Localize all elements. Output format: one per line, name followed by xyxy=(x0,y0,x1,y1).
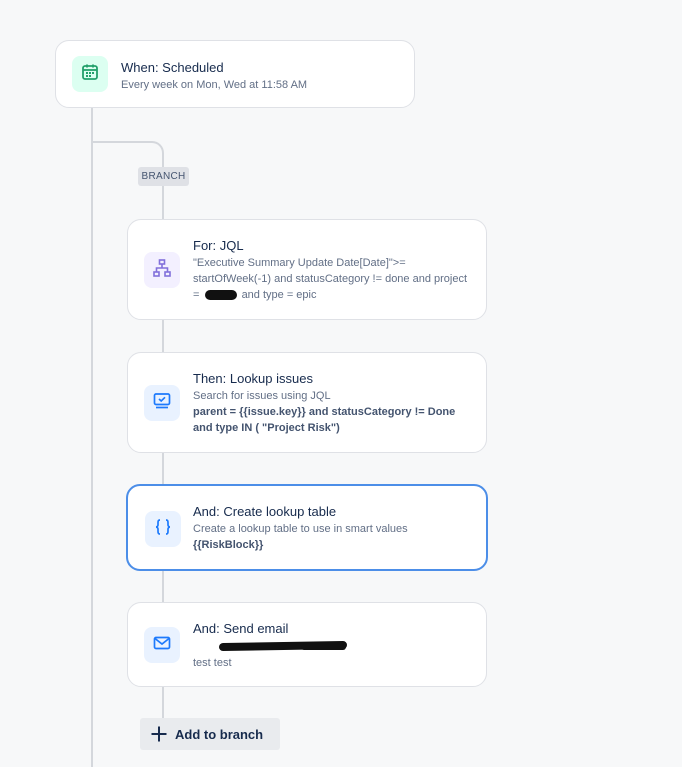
lookup-issues-card[interactable]: Then: Lookup issues Search for issues us… xyxy=(127,352,487,453)
trigger-subtitle: Every week on Mon, Wed at 11:58 AM xyxy=(121,79,308,91)
envelope-icon xyxy=(152,633,172,658)
send-email-title: And: Send email xyxy=(193,621,289,636)
for-jql-title: For: JQL xyxy=(193,238,244,253)
branch-connector-top xyxy=(93,141,151,143)
for-jql-line-1: "Executive Summary Update Date[Date]">= xyxy=(193,257,406,269)
for-jql-card[interactable]: For: JQL "Executive Summary Update Date[… xyxy=(127,219,487,320)
send-email-icon-box xyxy=(144,627,180,663)
calendar-icon xyxy=(80,62,100,87)
for-jql-line-3: = and type = epic xyxy=(193,287,478,303)
send-email-card[interactable]: And: Send email test test xyxy=(127,602,487,687)
for-jql-description: "Executive Summary Update Date[Date]">= … xyxy=(193,255,478,303)
branch-hierarchy-icon xyxy=(152,258,172,283)
for-jql-line-2: startOfWeek(-1) and statusCategory != do… xyxy=(193,273,468,285)
curly-braces-icon xyxy=(153,517,173,542)
lookup-issues-jql-1: parent = {{issue.key}} and statusCategor… xyxy=(193,406,456,418)
add-to-branch-button[interactable]: Add to branch xyxy=(140,718,280,750)
branch-connector-curve xyxy=(150,141,164,155)
for-jql-line-3-prefix: = xyxy=(193,289,200,301)
create-lookup-table-icon-box xyxy=(145,511,181,547)
trigger-card[interactable]: When: Scheduled Every week on Mon, Wed a… xyxy=(55,40,415,108)
create-lookup-table-name: {{RiskBlock}} xyxy=(193,539,264,551)
lookup-issues-desc: Search for issues using JQL xyxy=(193,390,331,402)
monitor-check-icon xyxy=(152,391,172,416)
lookup-issues-title: Then: Lookup issues xyxy=(193,371,313,386)
branch-tag: BRANCH xyxy=(138,167,189,186)
for-jql-icon-box xyxy=(144,252,180,288)
for-jql-line-3-suffix: and type = epic xyxy=(241,289,317,301)
lookup-issues-icon-box xyxy=(144,385,180,421)
redacted-project-key xyxy=(204,290,237,301)
trigger-icon-box xyxy=(72,56,108,92)
create-lookup-table-title: And: Create lookup table xyxy=(193,504,337,519)
create-lookup-table-desc: Create a lookup table to use in smart va… xyxy=(193,523,408,535)
create-lookup-table-description: Create a lookup table to use in smart va… xyxy=(193,521,478,553)
create-lookup-table-card[interactable]: And: Create lookup table Create a lookup… xyxy=(126,484,488,571)
trigger-title: When: Scheduled xyxy=(121,60,224,75)
plus-icon xyxy=(150,725,168,743)
main-connector-line xyxy=(91,107,93,767)
lookup-issues-description: Search for issues using JQL parent = {{i… xyxy=(193,388,478,436)
add-to-branch-label: Add to branch xyxy=(175,726,264,742)
redacted-email-recipient-tail xyxy=(301,644,346,650)
send-email-desc: test test xyxy=(193,657,232,669)
lookup-issues-jql-2: and type IN ( "Project Risk") xyxy=(193,422,340,434)
